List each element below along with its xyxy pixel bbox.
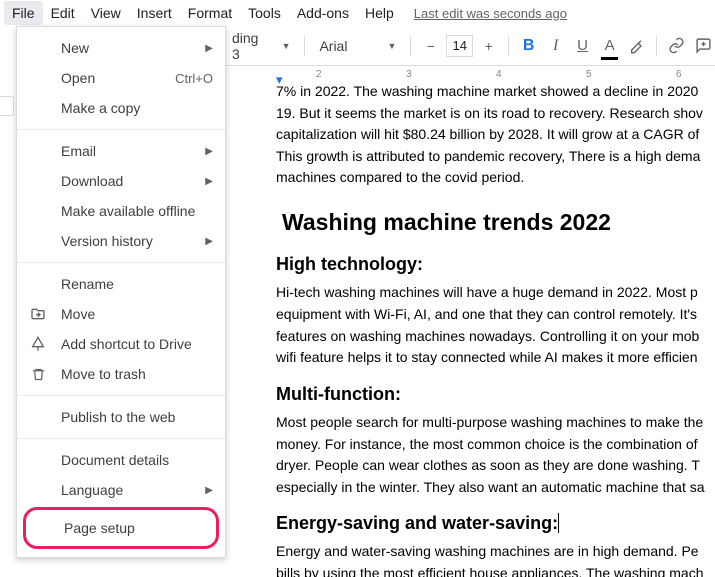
menu-download[interactable]: Download▶ [17, 166, 225, 196]
text-cursor [558, 513, 559, 533]
body-text[interactable]: capitalization will hit $80.24 billion b… [276, 125, 715, 145]
menu-new[interactable]: New▶ [17, 33, 225, 63]
heading-2[interactable]: Energy-saving and water-saving: [276, 511, 715, 536]
menu-publish[interactable]: Publish to the web [17, 402, 225, 432]
body-text[interactable]: Hi-tech washing machines will have a hug… [276, 283, 715, 303]
chevron-down-icon: ▼ [282, 41, 291, 51]
menu-tools[interactable]: Tools [240, 1, 289, 25]
text-color-button[interactable]: A [598, 34, 621, 58]
menu-trash[interactable]: Move to trash [17, 359, 225, 389]
chevron-down-icon: ▼ [387, 41, 396, 51]
separator [17, 262, 225, 263]
chevron-right-icon: ▶ [205, 176, 213, 187]
heading-1[interactable]: Washing machine trends 2022 [282, 206, 715, 238]
body-text[interactable]: money. For instance, the most common cho… [276, 435, 715, 455]
separator [17, 129, 225, 130]
chevron-right-icon: ▶ [205, 236, 213, 247]
font-select[interactable]: Arial▼ [313, 33, 402, 59]
body-text[interactable]: 7% in 2022. The washing machine market s… [276, 82, 715, 102]
ruler-tick: 3 [406, 69, 412, 80]
paragraph-style-select[interactable]: ding 3▼ [226, 33, 296, 59]
separator [17, 395, 225, 396]
menu-file[interactable]: File [4, 1, 43, 25]
body-text[interactable]: This growth is attributed to pandemic re… [276, 147, 715, 167]
menu-addons[interactable]: Add-ons [289, 1, 357, 25]
italic-button[interactable]: I [544, 34, 567, 58]
body-text[interactable]: Energy and water-saving washing machines… [276, 542, 715, 562]
heading-2[interactable]: Multi-function: [276, 382, 715, 407]
divider [656, 36, 657, 56]
insert-link-button[interactable] [665, 34, 688, 58]
body-text[interactable]: 19. But it seems the market is on its ro… [276, 104, 715, 124]
divider [304, 36, 305, 56]
ruler-tick: 6 [676, 69, 682, 80]
menu-open[interactable]: OpenCtrl+O [17, 63, 225, 93]
menubar: File Edit View Insert Format Tools Add-o… [0, 0, 715, 26]
body-text[interactable]: equipment with Wi-Fi, AI, and one that t… [276, 305, 715, 325]
menu-page-setup[interactable]: Page setup [26, 513, 216, 543]
menu-version-history[interactable]: Version history▶ [17, 226, 225, 256]
menu-insert[interactable]: Insert [129, 1, 180, 25]
ruler-tick: 2 [316, 69, 322, 80]
menu-language[interactable]: Language▶ [17, 475, 225, 505]
menu-rename[interactable]: Rename [17, 269, 225, 299]
body-text[interactable]: dryer. People can wear clothes as soon a… [276, 456, 715, 476]
chevron-right-icon: ▶ [205, 485, 213, 496]
drive-shortcut-icon [29, 335, 47, 353]
trash-icon [29, 365, 47, 383]
increase-font-size-button[interactable]: + [477, 34, 500, 58]
divider [508, 36, 509, 56]
chevron-right-icon: ▶ [205, 43, 213, 54]
menu-format[interactable]: Format [180, 1, 240, 25]
menu-help[interactable]: Help [357, 1, 402, 25]
file-dropdown: New▶ OpenCtrl+O Make a copy Email▶ Downl… [16, 26, 226, 558]
insert-comment-button[interactable] [692, 34, 715, 58]
ruler[interactable]: ▾ 2 3 4 5 6 [226, 66, 715, 82]
heading-2[interactable]: High technology: [276, 252, 715, 277]
underline-button[interactable]: U [571, 34, 594, 58]
document-body[interactable]: 7% in 2022. The washing machine market s… [226, 82, 715, 577]
highlight-color-button[interactable] [625, 34, 648, 58]
body-text[interactable]: features on washing machines nowadays. C… [276, 327, 715, 347]
outline-toggle[interactable] [0, 96, 14, 116]
move-icon [29, 305, 47, 323]
menu-make-copy[interactable]: Make a copy [17, 93, 225, 123]
menu-doc-details[interactable]: Document details [17, 445, 225, 475]
ruler-tick: 4 [496, 69, 502, 80]
menu-email[interactable]: Email▶ [17, 136, 225, 166]
ruler-tick: 5 [586, 69, 592, 80]
menu-edit[interactable]: Edit [43, 1, 83, 25]
font-size-input[interactable]: 14 [446, 35, 473, 57]
bold-button[interactable]: B [517, 34, 540, 58]
divider [410, 36, 411, 56]
separator [17, 438, 225, 439]
chevron-right-icon: ▶ [205, 146, 213, 157]
body-text[interactable]: machines compared to the covid period. [276, 168, 715, 188]
decrease-font-size-button[interactable]: − [419, 34, 442, 58]
menu-move[interactable]: Move [17, 299, 225, 329]
body-text[interactable]: bills by using the most efficient house … [276, 564, 715, 577]
shortcut-label: Ctrl+O [175, 71, 213, 86]
menu-offline[interactable]: Make available offline [17, 196, 225, 226]
annotation-highlight: Page setup [23, 507, 219, 549]
body-text[interactable]: especially in the winter. They also want… [276, 478, 715, 498]
body-text[interactable]: Most people search for multi-purpose was… [276, 413, 715, 433]
body-text[interactable]: wifi feature helps it to stay connected … [276, 348, 715, 368]
menu-view[interactable]: View [83, 1, 129, 25]
menu-add-shortcut[interactable]: Add shortcut to Drive [17, 329, 225, 359]
toolbar: ding 3▼ Arial▼ − 14 + B I U A [226, 30, 715, 66]
last-edit-link[interactable]: Last edit was seconds ago [414, 6, 567, 21]
